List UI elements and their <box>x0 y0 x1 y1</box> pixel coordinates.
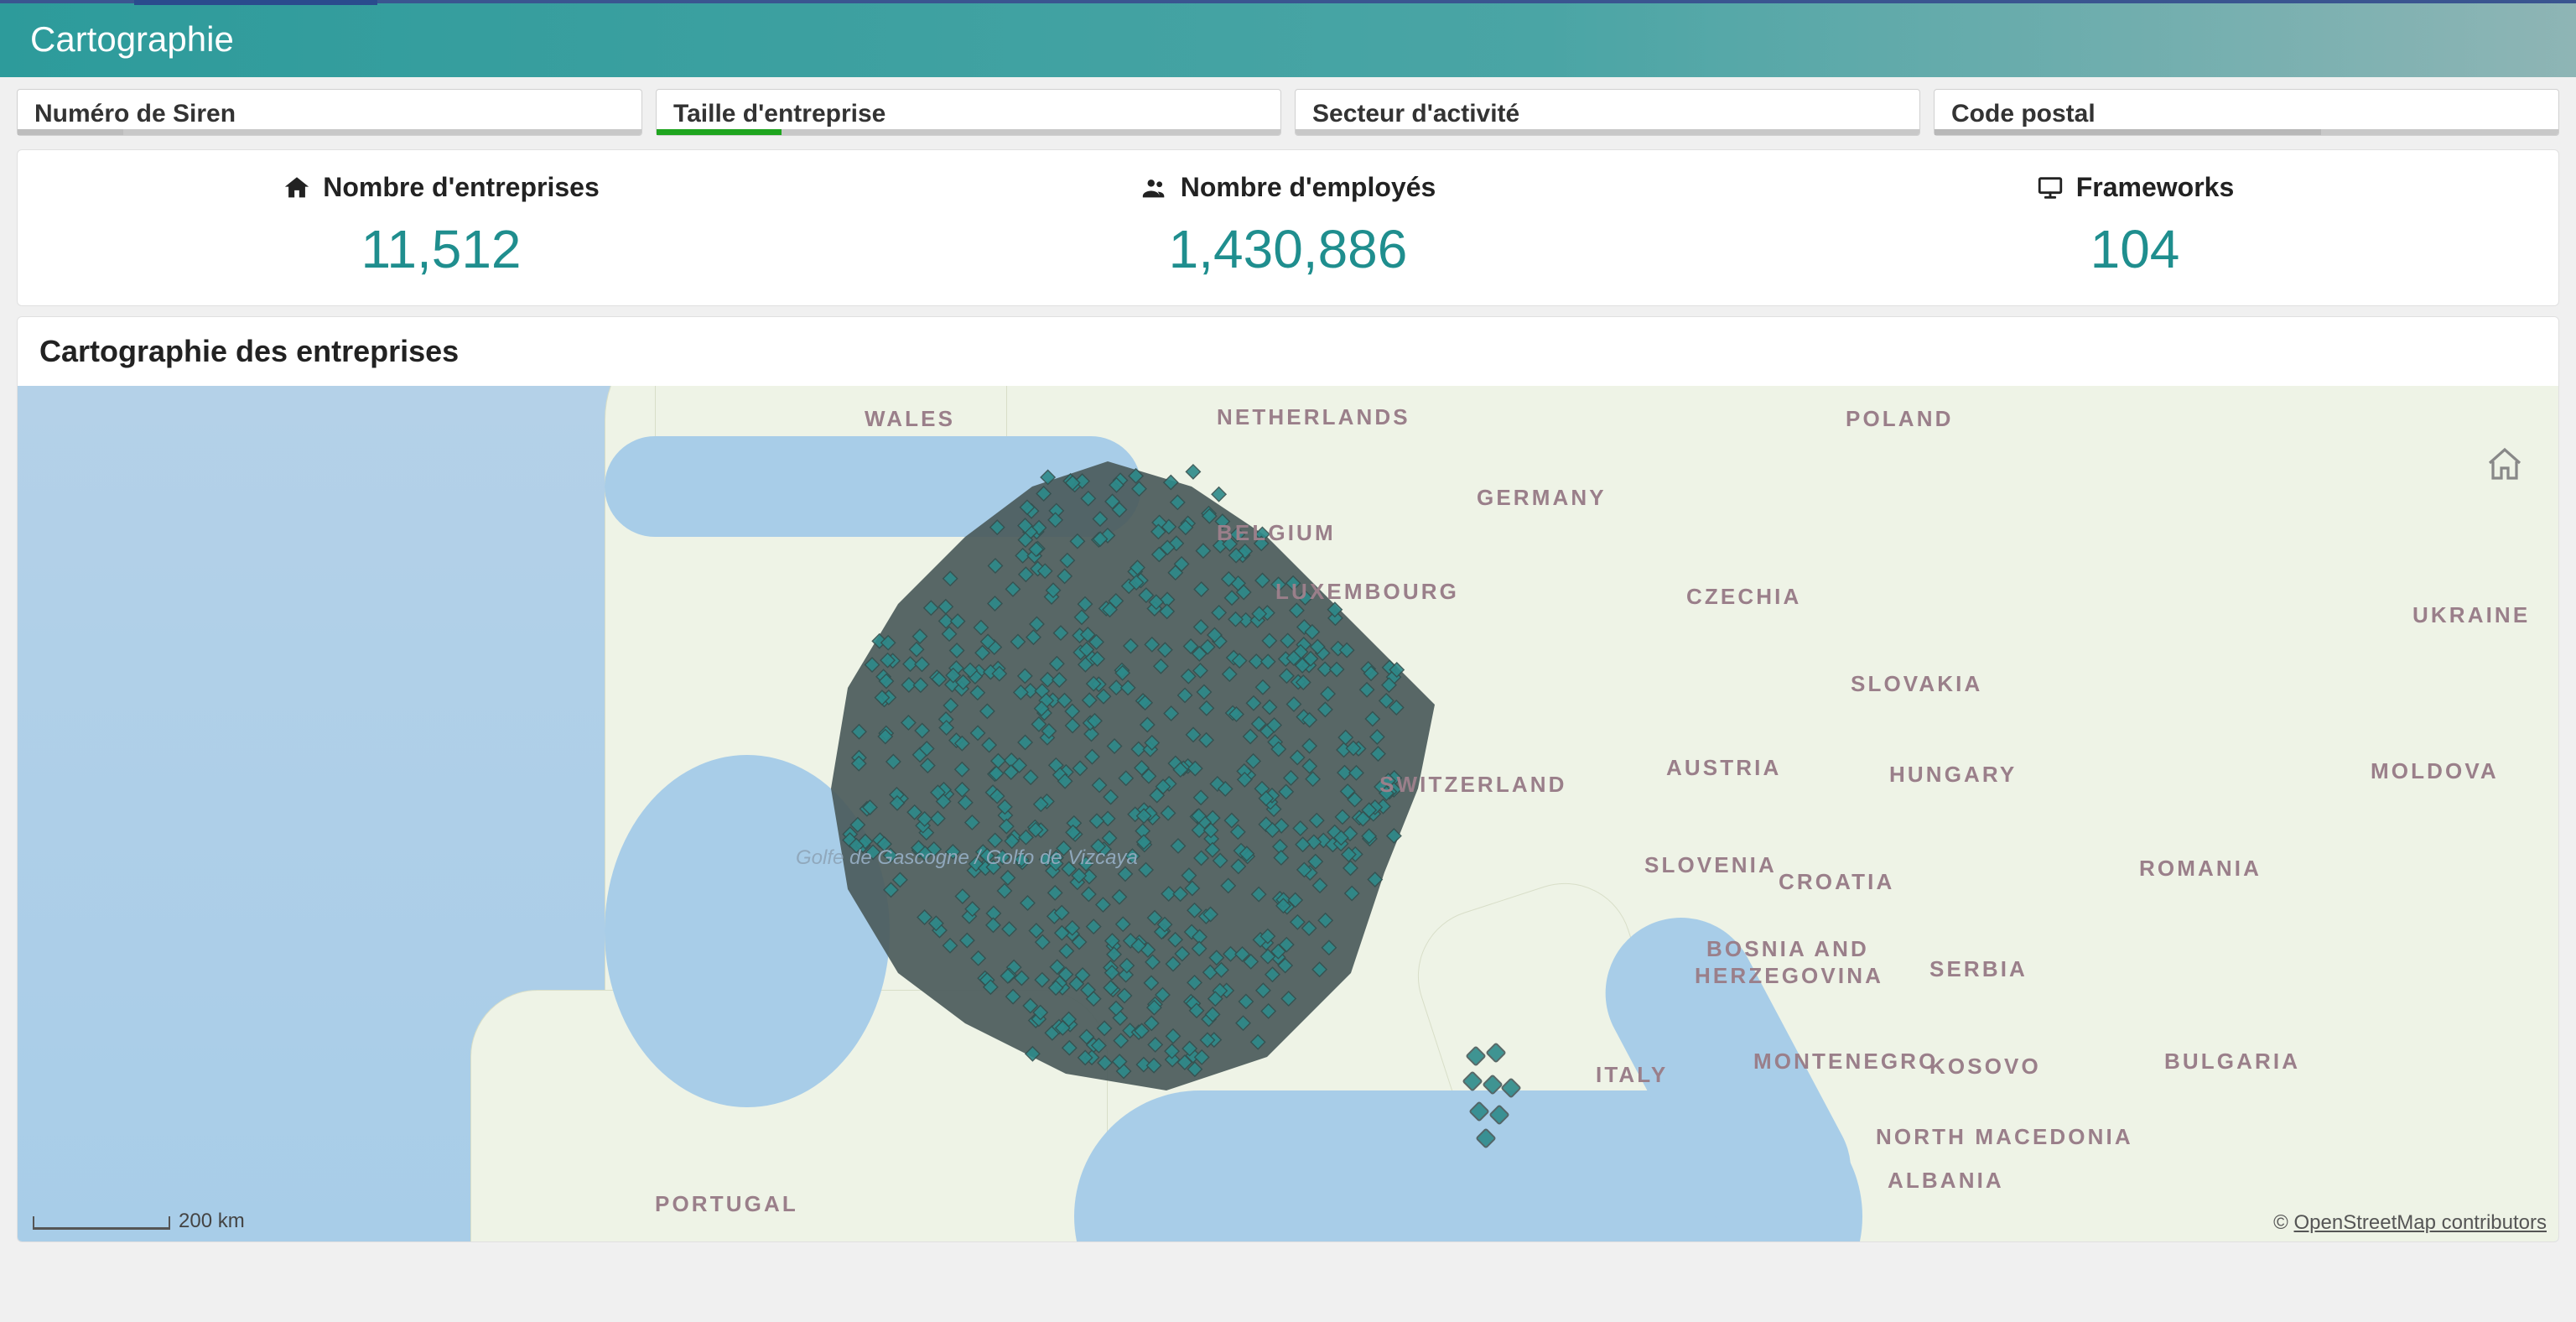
france-data-overlay <box>797 436 1468 1107</box>
kpi-label: Nombre d'employés <box>1181 172 1436 203</box>
kpi-value: 11,512 <box>361 218 522 280</box>
country-label: KOSOVO <box>1929 1054 2041 1080</box>
kpi-row: Nombre d'entreprises 11,512 Nombre d'emp… <box>17 149 2559 306</box>
filter-progress <box>1935 129 2558 135</box>
page-title: Cartographie <box>30 19 234 60</box>
country-label: PORTUGAL <box>655 1191 798 1217</box>
country-label: ITALY <box>1596 1062 1668 1088</box>
map-canvas[interactable]: WALES NETHERLANDS POLAND GERMANY BELGIUM LUXE… <box>18 386 2558 1241</box>
country-label: NETHERLANDS <box>1217 404 1410 430</box>
country-label: ALBANIA <box>1888 1168 2004 1194</box>
country-label: MOLDOVA <box>2371 758 2499 784</box>
filter-bar: Numéro de Siren Taille d'entreprise Sect… <box>0 77 2576 144</box>
map-title: Cartographie des entreprises <box>18 317 2558 386</box>
country-label: BULGARIA <box>2164 1049 2300 1075</box>
country-label: AUSTRIA <box>1666 755 1781 781</box>
kpi-entreprises: Nombre d'entreprises 11,512 <box>18 172 865 280</box>
kpi-value: 1,430,886 <box>1169 218 1408 280</box>
home-icon[interactable] <box>2485 445 2525 485</box>
country-label: HUNGARY <box>1889 762 2017 788</box>
kpi-value: 104 <box>2090 218 2180 280</box>
filter-label: Code postal <box>1951 100 2096 128</box>
house-icon <box>283 174 311 202</box>
country-label: SLOVENIA <box>1644 852 1777 878</box>
filter-label: Taille d'entreprise <box>673 100 886 128</box>
active-tab-indicator <box>134 0 377 5</box>
filter-label: Numéro de Siren <box>34 100 236 128</box>
sea-label-gascogne: Golfe de Gascogne / Golfo de Vizcaya <box>796 846 1138 871</box>
kpi-title: Nombre d'employés <box>1140 172 1436 203</box>
country-label: CROATIA <box>1779 869 1894 895</box>
kpi-title: Nombre d'entreprises <box>283 172 599 203</box>
country-label: SLOVAKIA <box>1851 671 1982 697</box>
country-label: GERMANY <box>1477 485 1607 511</box>
country-label: SERBIA <box>1929 956 2028 982</box>
filter-secteur[interactable]: Secteur d'activité <box>1295 89 1920 136</box>
map-attribution: © OpenStreetMap contributors <box>2273 1211 2547 1235</box>
country-label: MONTENEGRO <box>1753 1049 1938 1075</box>
filter-code-postal[interactable]: Code postal <box>1934 89 2559 136</box>
filter-progress <box>18 129 641 135</box>
filter-progress <box>657 129 1280 135</box>
attribution-link[interactable]: OpenStreetMap contributors <box>2294 1211 2547 1234</box>
kpi-frameworks: Frameworks 104 <box>1711 172 2558 280</box>
country-label: POLAND <box>1846 406 1954 432</box>
filter-label: Secteur d'activité <box>1312 100 1519 128</box>
country-label: HERZEGOVINA <box>1695 963 1883 989</box>
attribution-prefix: © <box>2273 1211 2293 1234</box>
filter-progress <box>1296 129 1919 135</box>
kpi-label: Frameworks <box>2076 172 2235 203</box>
country-label: UKRAINE <box>2412 602 2530 628</box>
scale-label: 200 km <box>179 1210 245 1233</box>
country-label: SWITZERLAND <box>1379 772 1567 798</box>
map-panel: Cartographie des entreprises WALE <box>17 316 2559 1242</box>
country-label: BELGIUM <box>1217 520 1336 546</box>
country-label: WALES <box>865 406 955 432</box>
country-label: NORTH MACEDONIA <box>1876 1124 2133 1150</box>
country-label: CZECHIA <box>1686 584 1801 610</box>
filter-taille[interactable]: Taille d'entreprise <box>656 89 1281 136</box>
kpi-employes: Nombre d'employés 1,430,886 <box>865 172 1711 280</box>
map-scale: 200 km <box>33 1210 245 1230</box>
people-icon <box>1140 174 1169 202</box>
country-label: LUXEMBOURG <box>1275 579 1459 605</box>
filter-siren[interactable]: Numéro de Siren <box>17 89 642 136</box>
kpi-title: Frameworks <box>2036 172 2235 203</box>
kpi-label: Nombre d'entreprises <box>323 172 599 203</box>
country-label: BOSNIA AND <box>1706 936 1869 962</box>
country-label: ROMANIA <box>2139 856 2262 882</box>
page-header: Cartographie <box>0 0 2576 77</box>
corsica-cluster <box>1460 1040 1527 1158</box>
monitor-icon <box>2036 174 2064 202</box>
